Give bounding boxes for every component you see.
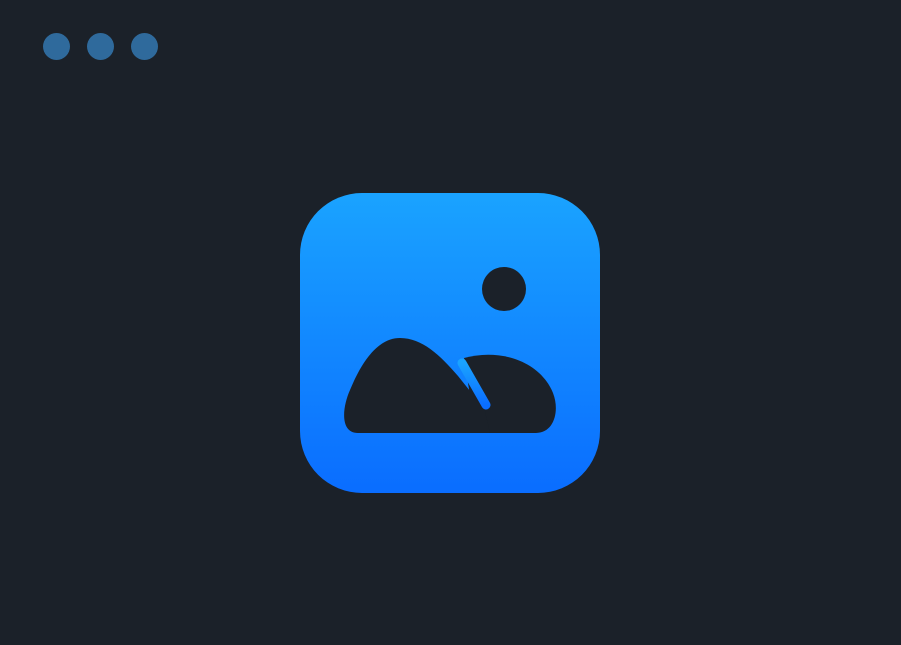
minimize-window-button[interactable] [87, 33, 114, 60]
zoom-window-button[interactable] [131, 33, 158, 60]
window-controls [43, 33, 158, 60]
image-photo-icon[interactable] [300, 193, 600, 493]
app-window [0, 0, 901, 645]
close-window-button[interactable] [43, 33, 70, 60]
icon-background [300, 193, 600, 493]
sun-shape [482, 267, 526, 311]
